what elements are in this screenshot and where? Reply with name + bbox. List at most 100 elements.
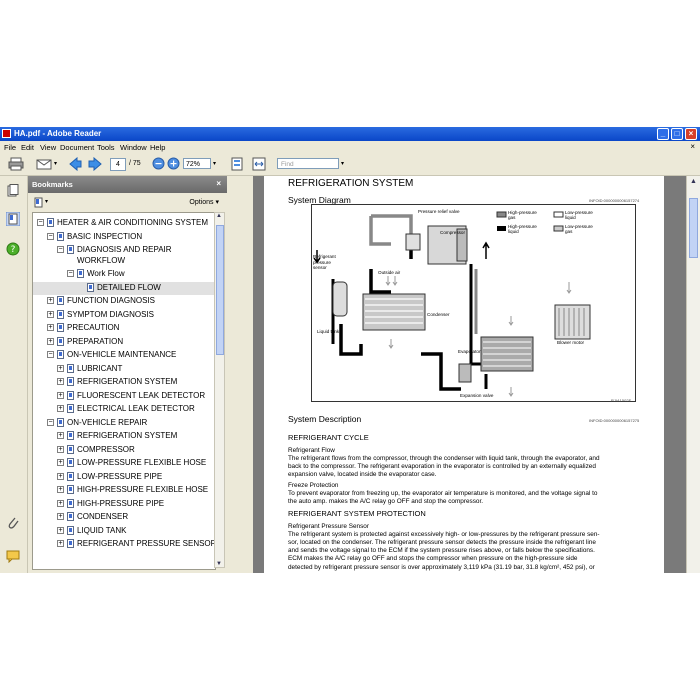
bookmark-label: HIGH-PRESSURE PIPE bbox=[77, 498, 165, 508]
expand-icon[interactable]: + bbox=[47, 337, 54, 345]
menu-view[interactable]: View bbox=[40, 143, 56, 152]
menu-document[interactable]: Document bbox=[60, 143, 94, 152]
zoom-in-icon[interactable] bbox=[167, 157, 180, 171]
zoom-out-icon[interactable] bbox=[152, 157, 165, 171]
menu-window[interactable]: Window bbox=[120, 143, 147, 152]
collapse-icon[interactable]: − bbox=[67, 270, 74, 277]
print-icon[interactable] bbox=[8, 157, 24, 171]
bookmark-item[interactable]: + LIQUID TANK bbox=[33, 525, 215, 538]
bookmark-item[interactable]: − ON-VEHICLE MAINTENANCE bbox=[33, 349, 215, 362]
expand-icon[interactable]: + bbox=[57, 364, 64, 372]
expand-icon[interactable]: + bbox=[57, 526, 64, 534]
bookmark-item[interactable]: + ELECTRICAL LEAK DETECTOR bbox=[33, 403, 215, 416]
expand-icon[interactable]: + bbox=[57, 540, 64, 547]
menu-file[interactable]: File bbox=[4, 143, 16, 152]
new-bookmark-icon[interactable] bbox=[33, 197, 44, 208]
bookmark-icon bbox=[67, 363, 74, 373]
close-button[interactable]: × bbox=[685, 128, 697, 140]
find-input[interactable]: Find bbox=[277, 158, 339, 169]
bookmarks-icon[interactable] bbox=[6, 212, 20, 226]
scroll-down-icon[interactable]: ▼ bbox=[216, 561, 222, 567]
expand-icon[interactable]: + bbox=[57, 472, 64, 480]
bookmark-item[interactable]: + FUNCTION DIAGNOSIS bbox=[33, 295, 215, 308]
document-scrollbar[interactable]: ▲ bbox=[686, 176, 700, 573]
minimize-button[interactable]: _ bbox=[657, 128, 669, 140]
scroll-up-icon[interactable]: ▲ bbox=[216, 213, 222, 219]
bookmark-scroll-thumb[interactable] bbox=[216, 225, 224, 355]
expand-icon[interactable]: + bbox=[47, 324, 54, 331]
expand-icon[interactable]: + bbox=[47, 310, 54, 318]
bookmark-item[interactable]: + SYMPTOM DIAGNOSIS bbox=[33, 309, 215, 322]
doc-scroll-up-icon[interactable]: ▲ bbox=[690, 178, 697, 185]
menu-help[interactable]: Help bbox=[150, 143, 165, 152]
toolbar: ▾ 4 / 75 72% ▾ Find ▾ bbox=[0, 153, 700, 176]
bookmark-item[interactable]: − BASIC INSPECTION bbox=[33, 231, 215, 244]
find-dropdown-icon[interactable]: ▾ bbox=[341, 160, 344, 167]
bookmark-item[interactable]: + PRECAUTION bbox=[33, 322, 215, 335]
expand-icon[interactable]: + bbox=[57, 391, 64, 399]
bookmark-item[interactable]: + PREPARATION bbox=[33, 336, 215, 349]
bookmark-item[interactable]: + FLUORESCENT LEAK DETECTOR bbox=[33, 390, 215, 403]
page-number-input[interactable]: 4 bbox=[110, 158, 126, 171]
expand-icon[interactable]: + bbox=[57, 405, 64, 412]
previous-page-icon[interactable] bbox=[68, 157, 82, 171]
collapse-icon[interactable]: − bbox=[47, 418, 54, 426]
bookmark-item[interactable]: − HEATER & AIR CONDITIONING SYSTEM bbox=[33, 217, 215, 230]
expand-icon[interactable]: + bbox=[57, 378, 64, 385]
attachments-icon[interactable] bbox=[6, 516, 20, 530]
document-scroll-thumb[interactable] bbox=[689, 198, 698, 258]
comments-icon[interactable] bbox=[6, 549, 20, 563]
options-button[interactable]: Options ▾ bbox=[189, 198, 219, 206]
bookmark-item[interactable]: − ON-VEHICLE REPAIR bbox=[33, 417, 215, 430]
bookmark-item[interactable]: + HIGH-PRESSURE PIPE bbox=[33, 498, 215, 511]
document-close-icon[interactable]: × bbox=[690, 142, 695, 151]
expand-icon[interactable]: + bbox=[57, 432, 64, 439]
label-expansion-valve: Expansion valve bbox=[460, 393, 494, 398]
bookmark-item[interactable]: + LOW-PRESSURE FLEXIBLE HOSE bbox=[33, 457, 215, 470]
next-page-icon[interactable] bbox=[88, 157, 102, 171]
expand-icon[interactable]: + bbox=[57, 499, 64, 507]
panel-splitter[interactable] bbox=[228, 176, 253, 573]
sensor-line-5: detected by refrigerant pressure sensor … bbox=[288, 564, 595, 571]
zoom-level-select[interactable]: 72% bbox=[183, 158, 211, 169]
expand-icon[interactable]: + bbox=[57, 445, 64, 453]
bookmark-item[interactable]: DETAILED FLOW bbox=[33, 281, 215, 295]
help-icon[interactable]: ? bbox=[6, 242, 20, 256]
collapse-icon[interactable]: − bbox=[47, 351, 54, 358]
collapse-icon[interactable]: − bbox=[57, 246, 64, 253]
bookmark-item[interactable]: + LUBRICANT bbox=[33, 363, 215, 376]
new-bookmark-dropdown-icon[interactable]: ▾ bbox=[45, 198, 48, 205]
close-panel-icon[interactable]: × bbox=[216, 179, 221, 188]
email-dropdown-icon[interactable]: ▾ bbox=[54, 160, 57, 167]
title-bar[interactable]: HA.pdf - Adobe Reader _ □ × bbox=[0, 127, 700, 141]
bookmark-item[interactable]: + REFRIGERATION SYSTEM bbox=[33, 430, 215, 443]
window-title: HA.pdf - Adobe Reader bbox=[14, 129, 102, 138]
bookmark-item[interactable]: − Work Flow bbox=[33, 268, 215, 281]
bookmark-item[interactable]: + REFRIGERANT PRESSURE SENSOR bbox=[33, 538, 215, 551]
fit-page-icon[interactable] bbox=[230, 157, 244, 171]
bookmark-icon bbox=[57, 323, 64, 332]
maximize-button[interactable]: □ bbox=[671, 128, 683, 140]
collapse-icon[interactable]: − bbox=[37, 219, 44, 226]
menu-tools[interactable]: Tools bbox=[97, 143, 115, 152]
bookmark-item[interactable]: + LOW-PRESSURE PIPE bbox=[33, 471, 215, 484]
expand-icon[interactable]: + bbox=[47, 297, 54, 304]
fit-width-icon[interactable] bbox=[252, 157, 266, 171]
bookmark-scrollbar[interactable]: ▲ ▼ bbox=[214, 212, 225, 568]
bookmark-icon bbox=[67, 431, 74, 440]
protection-heading: REFRIGERANT SYSTEM PROTECTION bbox=[288, 509, 426, 518]
email-icon[interactable] bbox=[36, 157, 52, 171]
bookmark-item[interactable]: + COMPRESSOR bbox=[33, 444, 215, 457]
pages-icon[interactable] bbox=[6, 184, 20, 198]
bookmark-icon bbox=[57, 417, 64, 427]
expand-icon[interactable]: + bbox=[57, 513, 64, 520]
bookmark-item[interactable]: − DIAGNOSIS AND REPAIR WORKFLOW bbox=[33, 244, 215, 269]
bookmark-item[interactable]: + CONDENSER bbox=[33, 511, 215, 524]
zoom-dropdown-icon[interactable]: ▾ bbox=[213, 160, 216, 167]
expand-icon[interactable]: + bbox=[57, 459, 64, 466]
bookmark-item[interactable]: + HIGH-PRESSURE FLEXIBLE HOSE bbox=[33, 484, 215, 497]
menu-edit[interactable]: Edit bbox=[21, 143, 34, 152]
bookmark-item[interactable]: + REFRIGERATION SYSTEM bbox=[33, 376, 215, 389]
collapse-icon[interactable]: − bbox=[47, 232, 54, 240]
expand-icon[interactable]: + bbox=[57, 486, 64, 493]
